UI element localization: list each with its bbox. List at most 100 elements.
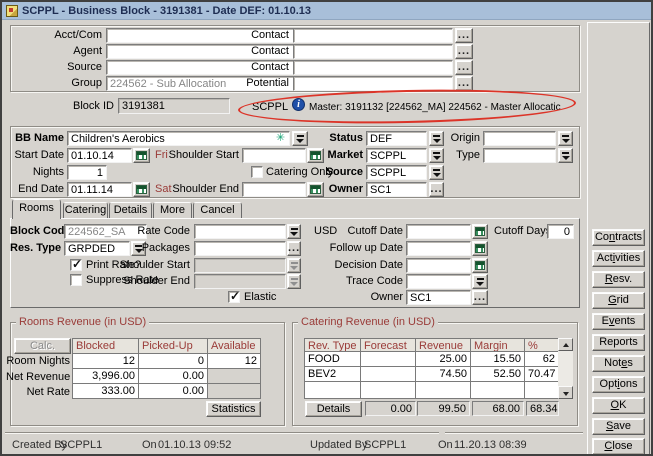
- net-revenue-blocked-cell[interactable]: 3,996.00: [72, 368, 139, 384]
- room-nights-available-cell[interactable]: 12: [207, 353, 261, 369]
- status-dropdown-button[interactable]: [429, 131, 444, 146]
- tab-owner-lov-button[interactable]: [472, 290, 488, 305]
- market-dropdown-button[interactable]: [429, 148, 444, 163]
- tab-cancel[interactable]: Cancel: [193, 202, 242, 218]
- origin-dropdown-button[interactable]: [558, 131, 573, 146]
- catering-row2-pct[interactable]: 70.47: [524, 366, 559, 382]
- grid-button[interactable]: Grid: [592, 292, 645, 309]
- catering-scrollbar-track[interactable]: [558, 351, 573, 386]
- cutoff-date-calendar-button[interactable]: [472, 224, 488, 239]
- tab-catering[interactable]: Catering: [63, 202, 108, 218]
- contracts-button[interactable]: Contracts: [592, 229, 645, 246]
- trace-code-dropdown-button[interactable]: [472, 274, 488, 289]
- catering-row1-pct[interactable]: 62: [524, 351, 559, 367]
- catering-row3-forecast[interactable]: [360, 381, 416, 399]
- decision-date-field[interactable]: [406, 258, 471, 273]
- catering-row3-revenue[interactable]: [415, 381, 471, 399]
- follow-up-date-field[interactable]: [406, 241, 471, 256]
- end-date-field[interactable]: 01.11.14: [67, 182, 132, 197]
- cutoff-date-field[interactable]: [406, 224, 471, 239]
- contact2-field[interactable]: [293, 44, 453, 59]
- type-dropdown-button[interactable]: [558, 148, 573, 163]
- catering-row1-margin[interactable]: 15.50: [470, 351, 525, 367]
- notes-button[interactable]: Notes: [592, 355, 645, 372]
- catering-row3-margin[interactable]: [470, 381, 525, 399]
- events-button[interactable]: Events: [592, 313, 645, 330]
- details-button[interactable]: Details: [305, 401, 362, 417]
- rate-code-field[interactable]: [194, 224, 286, 239]
- catering-row1-revenue[interactable]: 25.00: [415, 351, 471, 367]
- cutoff-days-field[interactable]: 0: [547, 224, 574, 239]
- catering-row2-revenue[interactable]: 74.50: [415, 366, 471, 382]
- reports-button[interactable]: Reports: [592, 334, 645, 351]
- statistics-button[interactable]: Statistics: [206, 401, 261, 417]
- created-on-value: 01.10.13 09:52: [158, 439, 231, 451]
- bb-name-field[interactable]: Children's Aerobics: [67, 131, 290, 146]
- catering-col-revenue: Revenue: [415, 338, 471, 352]
- calc-button[interactable]: Calc.: [14, 338, 71, 354]
- owner-field[interactable]: SC1: [366, 182, 427, 197]
- tab-more[interactable]: More: [153, 202, 192, 218]
- created-by-label: Created By: [12, 439, 67, 451]
- trace-code-field[interactable]: [406, 274, 471, 289]
- contact3-field[interactable]: [293, 60, 453, 75]
- catering-row1-forecast[interactable]: [360, 351, 416, 367]
- activities-button[interactable]: Activities: [592, 250, 645, 267]
- catering-row2-margin[interactable]: 52.50: [470, 366, 525, 382]
- elastic-checkbox[interactable]: [228, 291, 240, 303]
- packages-field[interactable]: [194, 241, 286, 256]
- source2-field[interactable]: SCPPL: [366, 165, 427, 180]
- shoulder-start-field[interactable]: [242, 148, 306, 163]
- contact1-lov-button[interactable]: [455, 28, 473, 43]
- catering-row3-pct[interactable]: [524, 381, 559, 399]
- origin-field[interactable]: [483, 131, 556, 146]
- follow-up-calendar-button[interactable]: [472, 241, 488, 256]
- suppress-rate-checkbox[interactable]: [70, 274, 82, 286]
- net-rate-blocked-cell[interactable]: 333.00: [72, 383, 139, 399]
- status-field[interactable]: DEF: [366, 131, 427, 146]
- print-rate-checkbox[interactable]: [70, 259, 82, 271]
- bb-name-dropdown-button[interactable]: [292, 131, 308, 146]
- rate-code-dropdown-button[interactable]: [287, 224, 301, 239]
- start-date-field[interactable]: 01.10.14: [67, 148, 132, 163]
- potential-lov-button[interactable]: [455, 76, 473, 91]
- end-date-calendar-button[interactable]: [133, 182, 150, 197]
- tab-details[interactable]: Details: [109, 202, 152, 218]
- contact1-field[interactable]: [293, 28, 453, 43]
- net-revenue-picked-cell[interactable]: 0.00: [138, 368, 208, 384]
- type-field[interactable]: [483, 148, 556, 163]
- shoulder-end-field[interactable]: [242, 182, 306, 197]
- catering-row3-type[interactable]: [304, 381, 361, 399]
- save-button[interactable]: Save: [592, 418, 645, 435]
- packages-lov-button[interactable]: [287, 241, 301, 256]
- market-field[interactable]: SCPPL: [366, 148, 427, 163]
- owner-lov-button[interactable]: [429, 182, 444, 197]
- options-button[interactable]: Options: [592, 376, 645, 393]
- ok-button[interactable]: OK: [592, 397, 645, 414]
- status-label: Status: [307, 131, 363, 146]
- decision-calendar-button[interactable]: [472, 258, 488, 273]
- catering-row1-type[interactable]: FOOD: [304, 351, 361, 367]
- catering-row2-forecast[interactable]: [360, 366, 416, 382]
- nights-field[interactable]: 1: [67, 165, 107, 180]
- tab-rooms[interactable]: Rooms: [12, 199, 61, 219]
- resv-button[interactable]: Resv.: [592, 271, 645, 288]
- titlebar[interactable]: SCPPL - Business Block - 3191381 - Date …: [2, 2, 651, 20]
- catering-row2-type[interactable]: BEV2: [304, 366, 361, 382]
- info-icon[interactable]: [292, 98, 305, 111]
- room-nights-blocked-cell[interactable]: 12: [72, 353, 139, 369]
- catering-col-forecast: Forecast: [360, 338, 416, 352]
- multi-language-icon[interactable]: [273, 132, 288, 145]
- catering-scroll-down-button[interactable]: [558, 386, 573, 399]
- contact2-lov-button[interactable]: [455, 44, 473, 59]
- close-button[interactable]: Close: [592, 438, 645, 455]
- catering-scroll-up-button[interactable]: [558, 338, 573, 351]
- tab-owner-field[interactable]: SC1: [406, 290, 471, 305]
- start-date-calendar-button[interactable]: [133, 148, 150, 163]
- source2-dropdown-button[interactable]: [429, 165, 444, 180]
- room-nights-picked-cell[interactable]: 0: [138, 353, 208, 369]
- contact3-lov-button[interactable]: [455, 60, 473, 75]
- net-rate-picked-cell[interactable]: 0.00: [138, 383, 208, 399]
- potential-field[interactable]: [293, 76, 453, 91]
- catering-only-checkbox[interactable]: [251, 166, 263, 178]
